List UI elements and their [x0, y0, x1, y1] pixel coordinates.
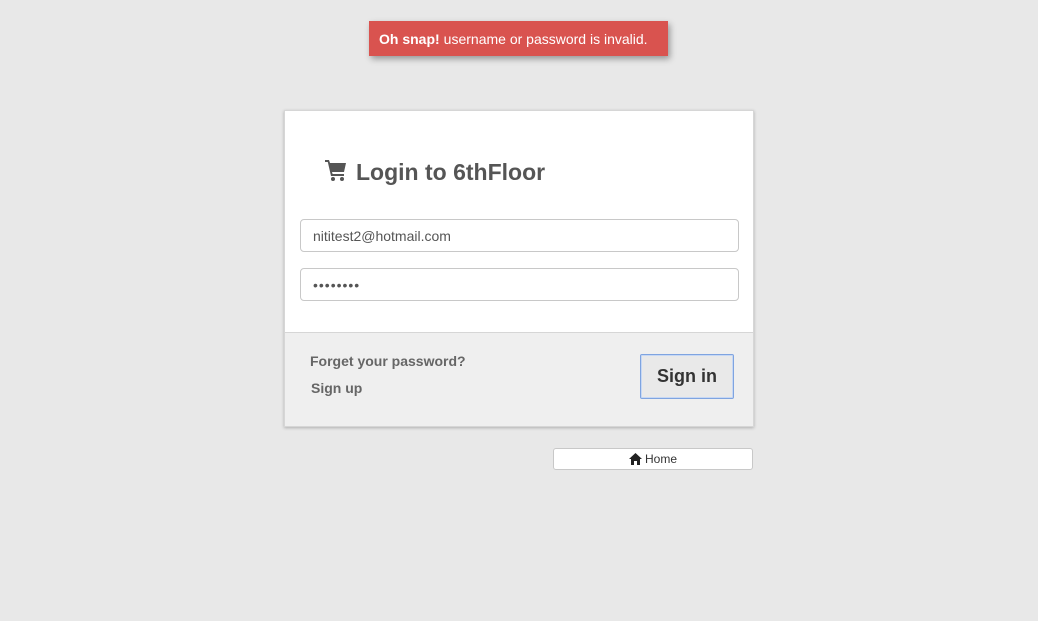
error-alert: Oh snap! username or password is invalid… — [369, 21, 668, 56]
sign-in-button[interactable]: Sign in — [640, 354, 734, 399]
shopping-cart-icon — [325, 159, 346, 181]
login-heading: Login to 6thFloor — [324, 159, 545, 186]
home-icon — [628, 453, 642, 465]
forgot-password-link[interactable]: Forget your password? — [310, 353, 466, 369]
login-card: Login to 6thFloor Forget your password? … — [284, 110, 754, 427]
login-title: Login to 6thFloor — [356, 159, 546, 185]
home-label: Home — [644, 452, 677, 466]
home-button[interactable]: Home — [553, 448, 753, 470]
password-field[interactable] — [300, 268, 739, 301]
email-field[interactable] — [300, 219, 739, 252]
login-footer: Forget your password? Sign up Sign in — [285, 332, 753, 426]
sign-up-link[interactable]: Sign up — [311, 380, 362, 396]
alert-message: username or password is invalid. — [443, 30, 648, 47]
alert-strong-text: Oh snap! — [379, 30, 440, 47]
